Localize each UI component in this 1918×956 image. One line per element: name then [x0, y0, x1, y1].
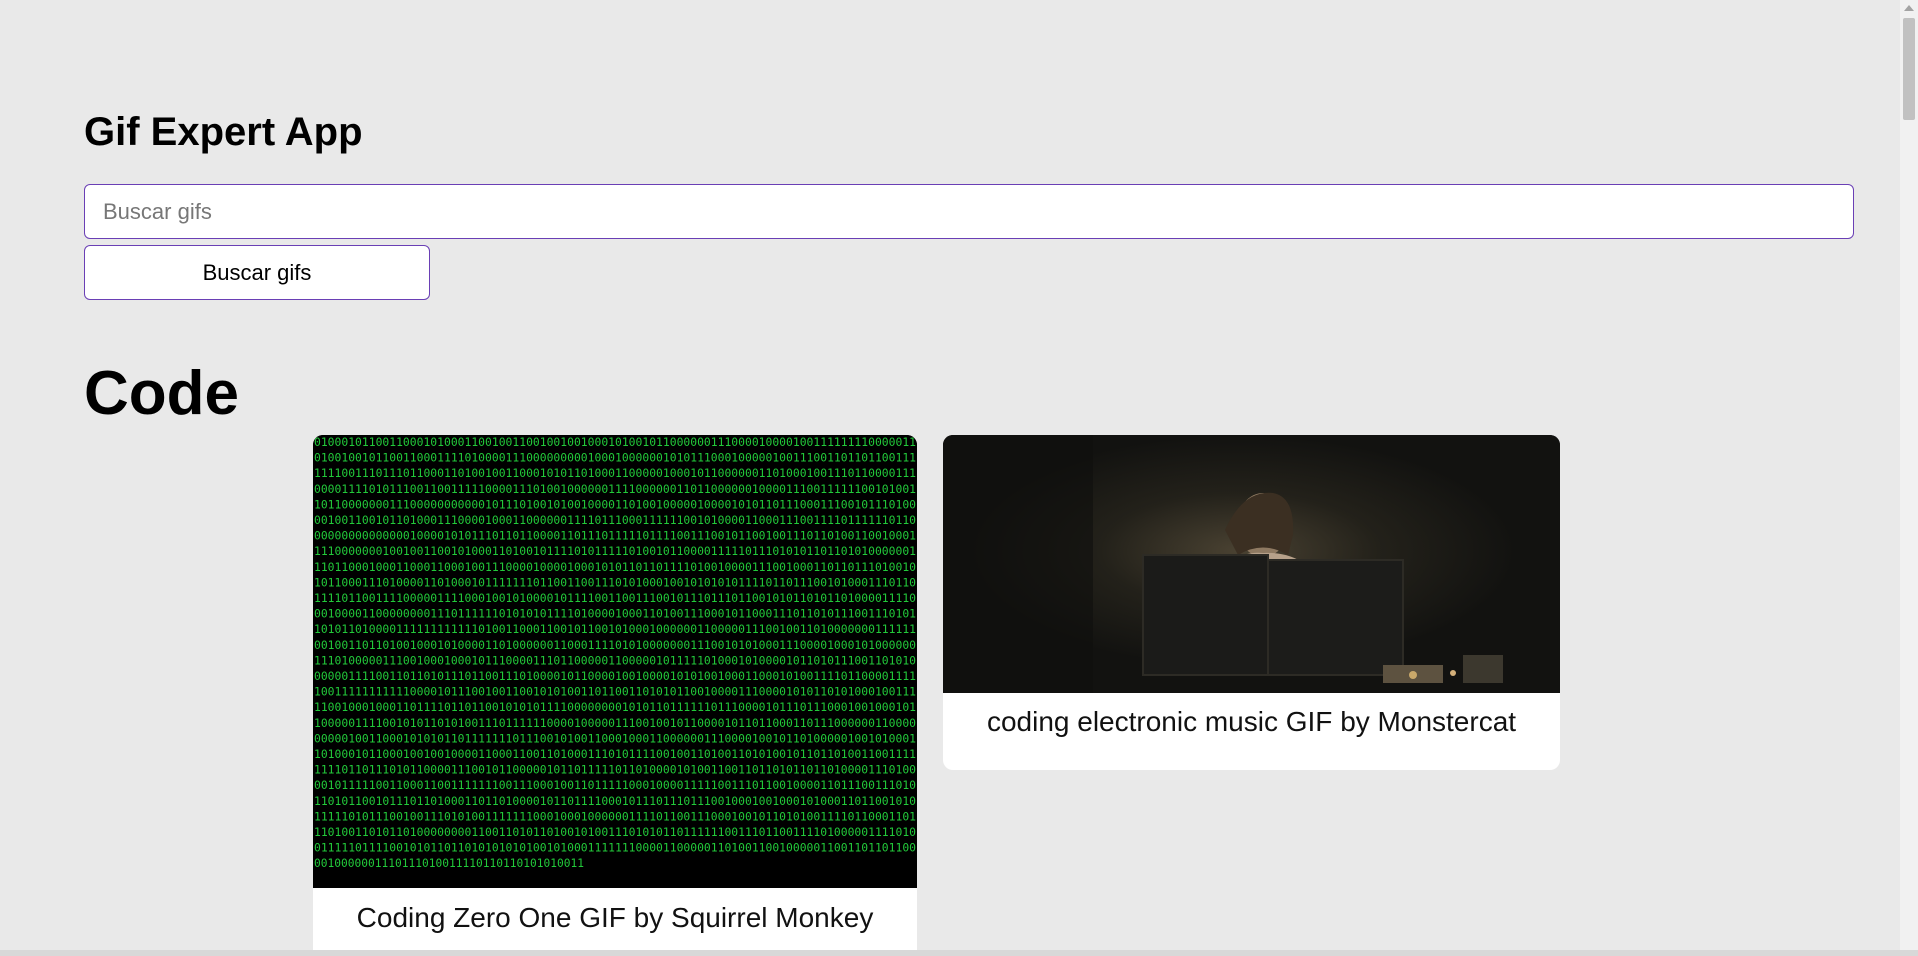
- svg-text:010001011001100010100011001001: 0100010110011000101000110010011001001001…: [314, 435, 916, 449]
- svg-text:111000000010010011001010001101: 1110000000100100110010100011010010111101…: [314, 544, 916, 558]
- svg-text:111101100111100000111100010010: 1111011001111000001111000100101000010111…: [314, 591, 916, 605]
- svg-text:111100111011101100011010010011: 1111001110111011000110100100110001010110…: [314, 466, 916, 480]
- svg-text:001001100101101000111000010001: 0010011001011010001110000100011000000111…: [314, 513, 916, 527]
- category-title: Code: [84, 359, 239, 428]
- gif-image-binary-code: 0100010110011000101000110010011001001001…: [313, 435, 917, 888]
- svg-text:000001001100010101011011111110: 0000010011000101010110111111101110010100…: [314, 731, 916, 745]
- search-button[interactable]: Buscar gifs: [84, 245, 430, 300]
- gif-title: Coding Zero One GIF by Squirrel Monkey: [356, 902, 874, 933]
- svg-text:111101101110101100001110010110: 1111011011101011000011100101100000101101…: [314, 763, 916, 777]
- svg-text:111110101110010011101010011111: 1111101011100100111010100111111100010001…: [314, 809, 916, 823]
- svg-text:001011111001100011001111111001: 0010111110011000110011111110011100010011…: [314, 778, 916, 792]
- svg-text:001000011000000001110111111010: 0010000110000000011101111110101010111101…: [314, 607, 916, 621]
- svg-text:101011010000111111111111010011: 1010110100001111111111110100110001100101…: [314, 622, 916, 636]
- gif-image-dark-studio: [943, 435, 1560, 693]
- svg-text:101000101100010010010000110001: 1010001011000100100100001100011001101000…: [314, 747, 916, 761]
- svg-text:100000111100101011010100111011: 1000001111001010110101001110111111000010…: [314, 716, 916, 730]
- search-input[interactable]: [84, 184, 1854, 239]
- svg-text:101100000001110000000000010111: 1011000000011100000000000101110100101001…: [314, 497, 916, 511]
- svg-text:011111011110010101101101010101: 0111110111100101011011010101010100101000…: [314, 841, 916, 855]
- svg-text:001001101101001000101000011010: 0010011011010010001010000110100000011000…: [314, 638, 916, 652]
- gif-title: coding electronic music GIF by Monsterca…: [986, 706, 1517, 737]
- scrollbar-thumb[interactable]: [1903, 18, 1915, 120]
- svg-text:000001111001101101011101100111: 0000011110011011010111011001110100001011…: [314, 669, 916, 683]
- svg-text:111010000011100100010001011100: 1110100000111001000100010111000011101100…: [314, 653, 916, 667]
- svg-text:000000000000001000010101110110: 0000000000000010000101011101101100001101…: [314, 529, 916, 543]
- svg-text:101100011101000011010001011111: 1011000111010000110100010111111101100110…: [314, 575, 916, 589]
- svg-text:001000000111011101001111011011: 0010000001110111010011110110110101010011: [314, 856, 584, 870]
- svg-text:000011110101110011001111100001: 0000111101011100110011111000011101001000…: [314, 482, 916, 496]
- svg-text:100111111111110000101110010011: 1001111111111100001011100100110010101001…: [314, 685, 916, 699]
- svg-text:110010001000110111101101100101: 1100100010001101111011011001010101111000…: [314, 700, 916, 714]
- app-title: Gif Expert App: [84, 110, 363, 154]
- app-root: Gif Expert App Buscar gifs Code 01000101…: [0, 0, 1900, 956]
- vertical-scrollbar[interactable]: [1900, 0, 1918, 956]
- svg-text:110100110101101000000001100110: 1101001101011010000000011001101011010010…: [314, 825, 916, 839]
- gif-card[interactable]: coding electronic music GIF by Monsterca…: [943, 435, 1560, 770]
- svg-text:110101100101110110100011011010: 1101011001011101101000110110100001011011…: [314, 794, 916, 808]
- svg-text:110110001000110001100010011100: 1101100010001100011000100111000010000100…: [314, 560, 916, 574]
- svg-text:010010010110011000111101000011: 0100100101100110001111010000111000000000…: [314, 451, 916, 465]
- search-form: Buscar gifs: [84, 184, 1854, 300]
- scroll-up-arrow-icon[interactable]: [1904, 5, 1914, 11]
- horizontal-scrollbar-edge: [0, 950, 1918, 956]
- gif-card[interactable]: 0100010110011000101000110010011001001001…: [313, 435, 917, 956]
